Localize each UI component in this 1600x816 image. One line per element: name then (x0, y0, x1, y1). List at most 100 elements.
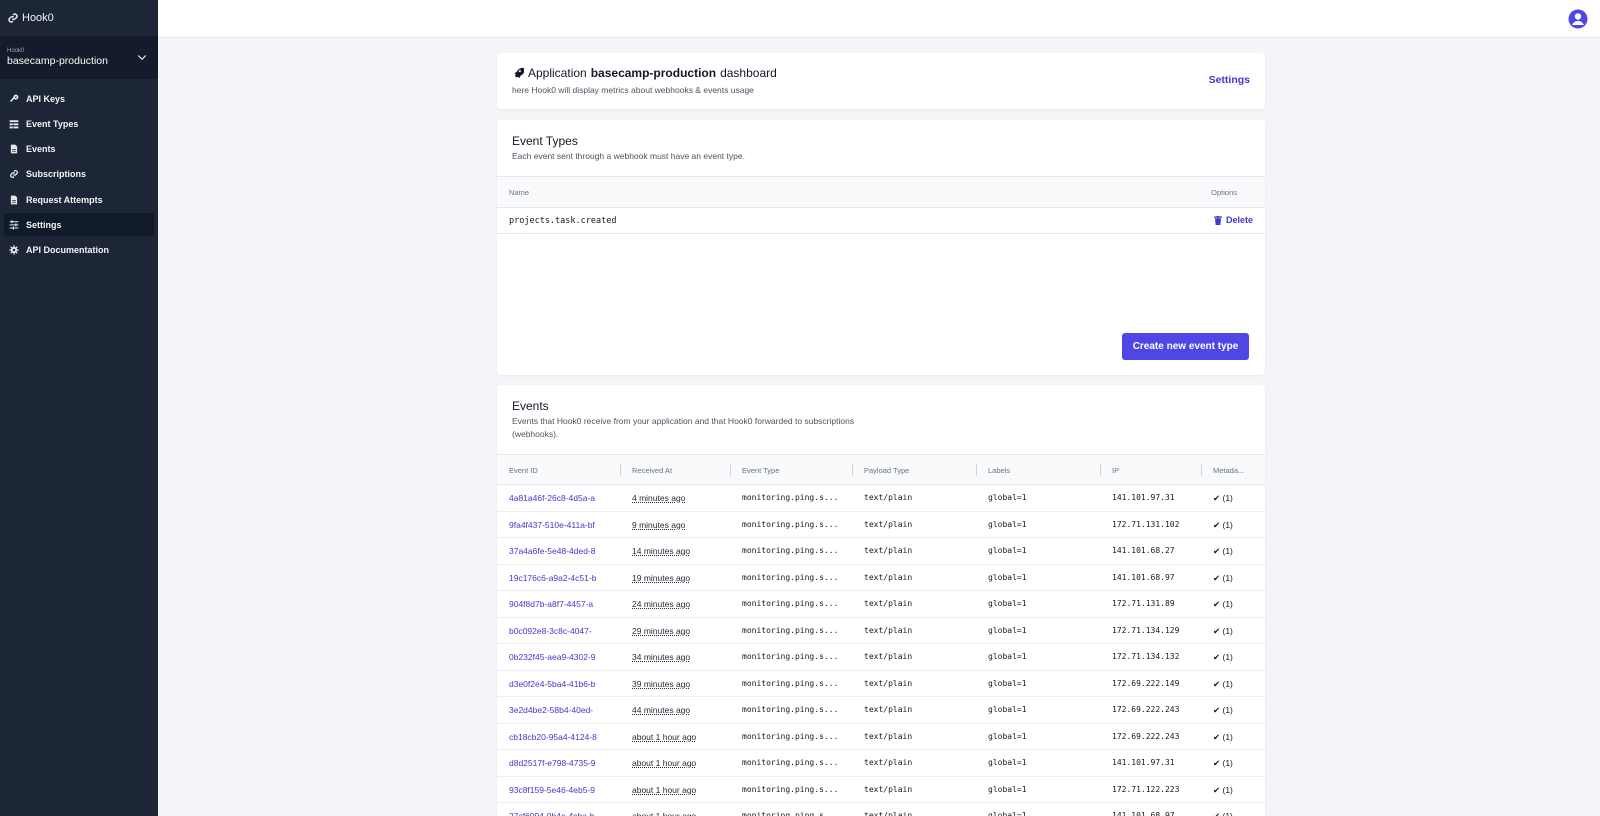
sidebar-nav: API Keys Event Types Events Subscription… (0, 79, 158, 262)
event-id-link[interactable]: 0b232f45-aea9-4302-9 (509, 652, 609, 662)
table-row: cb18cb20-95a4-4124-8 about 1 hour ago moni… (497, 724, 1265, 750)
event-id-link[interactable]: d3e0f2e4-5ba4-41b6-b (509, 679, 609, 689)
events-table-body: 4a81a46f-26c8-4d5a-a 4 minutes ago monitor… (497, 485, 1265, 816)
ip-address: 141.101.97.31 (1112, 758, 1175, 767)
delete-label: Delete (1225, 215, 1253, 225)
link-icon (8, 13, 18, 23)
metadata: ✔ (1) (1213, 546, 1233, 556)
labels: global=1 (988, 519, 1027, 529)
event-type: monitoring.ping.s... (742, 811, 839, 816)
delete-button[interactable]: Delete (1213, 215, 1253, 225)
event-id-link[interactable]: 93c8f159-5e46-4eb5-9 (509, 785, 609, 795)
column-divider[interactable] (852, 464, 853, 476)
metadata: ✔ (1) (1213, 705, 1233, 715)
column-header-ip[interactable]: IP (1112, 466, 1119, 475)
column-divider[interactable] (620, 464, 621, 476)
sidebar-item-settings[interactable]: Settings (4, 213, 154, 237)
column-header-payload-type[interactable]: Payload Type (864, 466, 909, 475)
event-type: monitoring.ping.s... (742, 599, 839, 608)
labels: global=1 (988, 493, 1027, 502)
title-prefix: Application (528, 66, 587, 80)
column-divider[interactable] (730, 464, 731, 476)
column-header-event-id[interactable]: Event ID (509, 466, 538, 475)
event-id-link[interactable]: 19c176c6-a9a2-4c51-b (509, 573, 609, 583)
sidebar-item-request-attempts[interactable]: Request Attempts (4, 188, 154, 211)
link-icon (10, 170, 18, 179)
column-divider[interactable] (976, 464, 977, 476)
column-header-labels[interactable]: Labels (988, 466, 1010, 475)
org-small-label: Hook0 (7, 48, 25, 54)
ip-address: 172.71.131.102 (1112, 519, 1180, 529)
sidebar-item-api-documentation[interactable]: API Documentation (4, 239, 154, 262)
labels: global=1 (988, 572, 1027, 582)
event-id-link[interactable]: d8d2517f-e798-4735-9 (509, 758, 609, 768)
column-divider[interactable] (1100, 464, 1101, 476)
sidebar-item-event-types[interactable]: Event Types (4, 112, 154, 135)
dashboard-subtitle: here Hook0 will display metrics about we… (512, 85, 754, 95)
sidebar-item-events[interactable]: Events (4, 138, 154, 161)
event-id-link[interactable]: 9fa4f437-510e-411a-bf (509, 520, 609, 530)
user-avatar-icon[interactable] (1568, 9, 1588, 29)
event-id-link[interactable]: 4a81a46f-26c8-4d5a-a (509, 493, 609, 503)
event-id-link[interactable]: 27cf6994-0b4e-4cba-b (509, 811, 609, 816)
table-row: 27cf6994-0b4e-4cba-b about 1 hour ago moni… (497, 803, 1265, 816)
received-at: about 1 hour ago (632, 811, 697, 816)
payload-type: text/plain (864, 652, 913, 661)
metadata: ✔ (1) (1213, 572, 1233, 583)
sidebar-item-label: Event Types (26, 118, 79, 129)
labels: global=1 (988, 705, 1027, 714)
payload-type: text/plain (864, 784, 913, 794)
labels: global=1 (988, 625, 1027, 635)
event-id-link[interactable]: 3e2d4be2-58b4-40ed- (509, 705, 609, 715)
ip-address: 141.101.97.31 (1112, 493, 1175, 502)
event-type: monitoring.ping.s... (742, 678, 839, 688)
title-suffix: dashboard (720, 66, 777, 80)
organization-selector[interactable]: Hook0 basecamp-production (0, 37, 158, 79)
sidebar-item-label: API Keys (26, 93, 66, 104)
labels: global=1 (988, 678, 1027, 688)
file-icon (10, 195, 18, 205)
settings-link[interactable]: Settings (1209, 74, 1250, 86)
events-card: Events Events that Hook0 receive from yo… (497, 385, 1265, 816)
trash-icon (1213, 215, 1222, 225)
payload-type: text/plain (864, 811, 913, 816)
ip-address: 172.71.122.223 (1112, 784, 1180, 794)
event-id-link[interactable]: b0c092e8-3c8c-4047- (509, 626, 609, 636)
create-event-type-button[interactable]: Create new event type (1122, 333, 1249, 360)
labels: global=1 (988, 546, 1027, 555)
event-type: monitoring.ping.s... (742, 705, 839, 714)
column-header-event-type[interactable]: Event Type (742, 466, 779, 475)
ip-address: 141.101.68.97 (1112, 572, 1175, 582)
ip-address: 172.69.222.149 (1112, 678, 1180, 688)
payload-type: text/plain (864, 519, 913, 529)
event-id-link[interactable]: 37a4a6fe-5e48-4ded-8 (509, 546, 609, 556)
metadata: ✔ (1) (1213, 652, 1233, 662)
metadata: ✔ (1) (1213, 758, 1233, 768)
metadata: ✔ (1) (1213, 493, 1233, 503)
received-at: 14 minutes ago (632, 546, 691, 556)
received-at: 24 minutes ago (632, 599, 691, 609)
payload-type: text/plain (864, 731, 913, 741)
column-header-metadata[interactable]: Metada... (1213, 466, 1244, 475)
events-title: Events (512, 399, 549, 413)
key-icon (9, 94, 19, 102)
metadata: ✔ (1) (1213, 811, 1233, 816)
sidebar-item-label: Events (26, 144, 56, 155)
event-id-link[interactable]: cb18cb20-95a4-4124-8 (509, 732, 609, 742)
labels: global=1 (988, 758, 1027, 767)
column-header-received-at[interactable]: Received At (632, 466, 672, 475)
sidebar-item-subscriptions[interactable]: Subscriptions (4, 163, 154, 186)
labels: global=1 (988, 599, 1027, 608)
sidebar-item-label: Subscriptions (26, 169, 87, 180)
payload-type: text/plain (864, 678, 913, 688)
table-row: 0b232f45-aea9-4302-9 34 minutes ago monito… (497, 644, 1265, 671)
column-divider[interactable] (1201, 464, 1202, 476)
payload-type: text/plain (864, 572, 913, 582)
sidebar-item-api-keys[interactable]: API Keys (4, 87, 154, 110)
app-logo[interactable]: Hook0 (0, 0, 158, 37)
ip-address: 172.71.131.89 (1112, 599, 1175, 608)
event-id-link[interactable]: 904f8d7b-a8f7-4457-a (509, 599, 609, 609)
received-at: 39 minutes ago (632, 678, 691, 689)
received-at: about 1 hour ago (632, 731, 697, 742)
payload-type: text/plain (864, 546, 913, 555)
